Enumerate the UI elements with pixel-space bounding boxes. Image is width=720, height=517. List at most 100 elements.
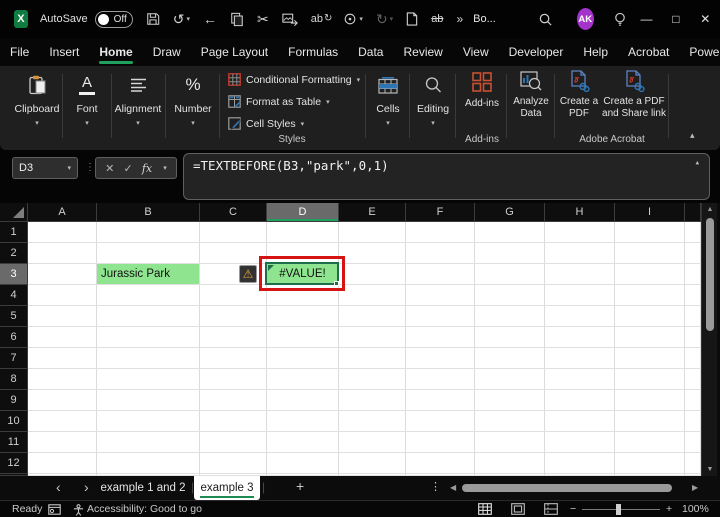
- column-header-I[interactable]: I: [615, 203, 685, 222]
- column-header-H[interactable]: H: [545, 203, 615, 222]
- column-header-F[interactable]: F: [406, 203, 475, 222]
- grid-cell[interactable]: [615, 327, 685, 348]
- grid-cell[interactable]: [475, 432, 545, 453]
- grid-cell[interactable]: [685, 327, 701, 348]
- copy-button[interactable]: [230, 12, 244, 27]
- scroll-down-icon[interactable]: ▼: [702, 466, 718, 473]
- grid-cell[interactable]: [200, 348, 267, 369]
- grid-cell[interactable]: [28, 264, 97, 285]
- grid-cell[interactable]: [545, 390, 615, 411]
- row-header-2[interactable]: 2: [0, 243, 28, 264]
- grid-cell[interactable]: [475, 243, 545, 264]
- grid-cell[interactable]: [406, 348, 475, 369]
- insert-function-button[interactable]: fx: [142, 162, 152, 175]
- font-group-button[interactable]: A Font ▾: [66, 71, 108, 127]
- grid-cell[interactable]: [685, 264, 701, 285]
- grid-cell[interactable]: [97, 411, 200, 432]
- sheet-tab-example-1-and-2[interactable]: example 1 and 2: [95, 476, 191, 500]
- grid-cell[interactable]: [97, 432, 200, 453]
- excel-logo-icon[interactable]: X: [14, 10, 28, 28]
- grid-cell[interactable]: [339, 264, 406, 285]
- number-group-button[interactable]: % Number ▾: [168, 71, 218, 127]
- grid-cell[interactable]: [97, 285, 200, 306]
- grid-cell[interactable]: [28, 348, 97, 369]
- vertical-scrollbar[interactable]: ▲ ▼: [701, 203, 717, 476]
- grid-cell[interactable]: [545, 348, 615, 369]
- grid-cell[interactable]: [545, 411, 615, 432]
- scroll-up-icon[interactable]: ▲: [702, 206, 718, 213]
- row-header-7[interactable]: 7: [0, 348, 28, 369]
- grid-cell[interactable]: [406, 432, 475, 453]
- grid-cell[interactable]: [339, 411, 406, 432]
- grid-cell[interactable]: [267, 285, 339, 306]
- grid-cell[interactable]: [28, 243, 97, 264]
- column-header-B[interactable]: B: [97, 203, 200, 222]
- search-button[interactable]: [538, 12, 553, 27]
- grid-cell[interactable]: [545, 222, 615, 243]
- grid-cell[interactable]: [406, 369, 475, 390]
- row-header-4[interactable]: 4: [0, 285, 28, 306]
- grid-cell[interactable]: [28, 390, 97, 411]
- grid-cell[interactable]: [685, 348, 701, 369]
- vertical-scroll-thumb[interactable]: [706, 218, 714, 331]
- cell-B3[interactable]: Jurassic Park: [97, 264, 200, 285]
- grid-cell[interactable]: [685, 453, 701, 474]
- grid-cell[interactable]: [339, 453, 406, 474]
- grid-cell[interactable]: [267, 390, 339, 411]
- clipboard-group-button[interactable]: Clipboard ▾: [12, 71, 62, 127]
- grid-cell[interactable]: [475, 264, 545, 285]
- row-header-11[interactable]: 11: [0, 432, 28, 453]
- grid-cell[interactable]: [475, 411, 545, 432]
- row-header-6[interactable]: 6: [0, 327, 28, 348]
- grid-cell[interactable]: [339, 243, 406, 264]
- cell-styles-button[interactable]: Cell Styles ▾: [228, 117, 304, 130]
- row-header-5[interactable]: 5: [0, 306, 28, 327]
- copy-picture-button[interactable]: [282, 13, 298, 26]
- ribbon-tab-formulas[interactable]: Formulas: [278, 40, 348, 65]
- grid-cell[interactable]: [685, 285, 701, 306]
- confirm-entry-button[interactable]: ✓: [124, 162, 133, 175]
- autosave-toggle[interactable]: Off: [94, 10, 133, 28]
- grid-cell[interactable]: [615, 285, 685, 306]
- new-file-button[interactable]: [406, 12, 418, 26]
- grid-cell[interactable]: [28, 369, 97, 390]
- grid-cell[interactable]: [615, 390, 685, 411]
- close-button[interactable]: ✕: [691, 0, 720, 38]
- cell-D3[interactable]: #VALUE!: [267, 264, 339, 285]
- grid-cell[interactable]: [28, 222, 97, 243]
- grid-cell[interactable]: [545, 327, 615, 348]
- grid-cell[interactable]: [685, 411, 701, 432]
- grid-cell[interactable]: [685, 222, 701, 243]
- grid-cell[interactable]: [267, 306, 339, 327]
- row-header-8[interactable]: 8: [0, 369, 28, 390]
- grid-cell[interactable]: [406, 222, 475, 243]
- grid-cell[interactable]: [406, 453, 475, 474]
- grid-cell[interactable]: [267, 432, 339, 453]
- grid-cell[interactable]: [545, 285, 615, 306]
- zoom-out-button[interactable]: −: [570, 503, 576, 515]
- grid-cell[interactable]: [685, 369, 701, 390]
- grid-cell[interactable]: [200, 411, 267, 432]
- grid-cell[interactable]: [97, 306, 200, 327]
- grid-cell[interactable]: [267, 243, 339, 264]
- grid-cell[interactable]: [97, 243, 200, 264]
- page-break-view-button[interactable]: [544, 503, 558, 517]
- sheet-tab-example-3[interactable]: example 3: [194, 476, 260, 500]
- grid-cell[interactable]: [406, 411, 475, 432]
- zoom-slider-thumb[interactable]: [616, 504, 621, 515]
- ribbon-tab-view[interactable]: View: [453, 40, 499, 65]
- cut-button[interactable]: ✂: [257, 12, 269, 26]
- horizontal-scroll-thumb[interactable]: [462, 484, 672, 492]
- new-sheet-button[interactable]: +: [296, 478, 304, 494]
- grid-cell[interactable]: [406, 264, 475, 285]
- grid-cell[interactable]: [339, 369, 406, 390]
- grid-cell[interactable]: [615, 306, 685, 327]
- grid-cell[interactable]: [475, 285, 545, 306]
- grid-cell[interactable]: [267, 411, 339, 432]
- ribbon-tab-help[interactable]: Help: [573, 40, 618, 65]
- grid-cell[interactable]: [97, 390, 200, 411]
- grid-cell[interactable]: [615, 222, 685, 243]
- touch-mode-button[interactable]: ▾: [332, 12, 363, 26]
- grid-cell[interactable]: [615, 264, 685, 285]
- column-header-D[interactable]: D: [267, 203, 339, 222]
